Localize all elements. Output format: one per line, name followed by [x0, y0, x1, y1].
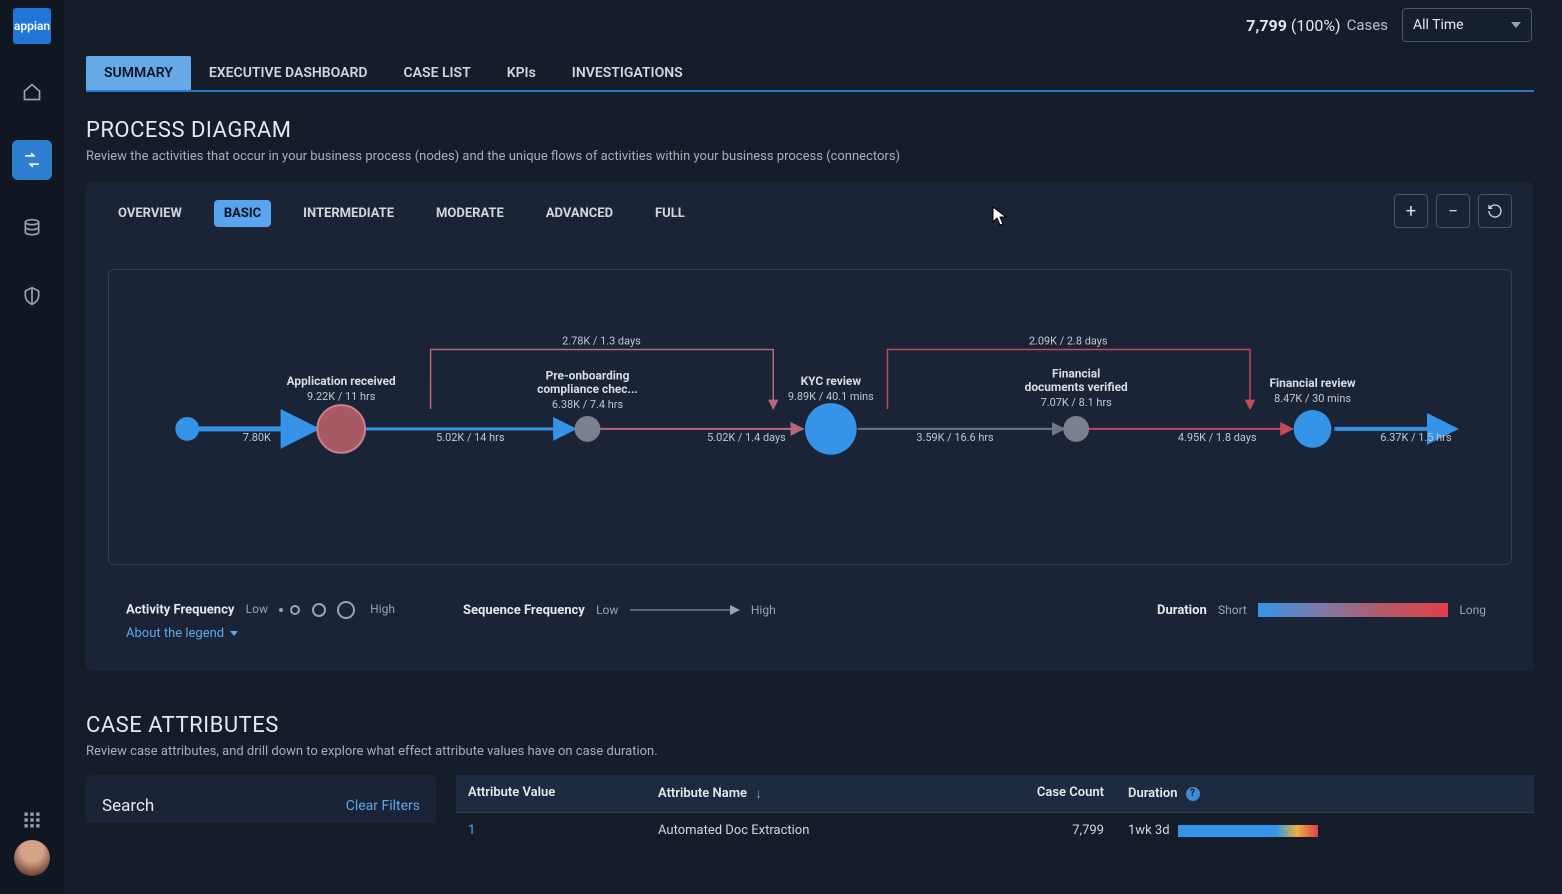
avatar[interactable]: [14, 840, 50, 876]
case-attributes-section: CASE ATTRIBUTES Review case attributes, …: [86, 713, 1534, 848]
page-desc: Review the activities that occur in your…: [86, 149, 1534, 164]
dtab-intermediate[interactable]: INTERMEDIATE: [293, 200, 404, 227]
about-legend-link[interactable]: About the legend: [126, 626, 238, 641]
svg-text:compliance chec...: compliance chec...: [537, 382, 638, 396]
main-tabs: SUMMARY EXECUTIVE DASHBOARD CASE LIST KP…: [86, 56, 1534, 92]
svg-text:9.89K / 40.1 mins: 9.89K / 40.1 mins: [788, 390, 874, 403]
case-count-label: Cases: [1347, 16, 1388, 34]
svg-text:5.02K / 14 hrs: 5.02K / 14 hrs: [436, 431, 505, 444]
case-count: 7,799 (100%): [1246, 16, 1340, 35]
col-case-count[interactable]: Case Count: [946, 775, 1116, 812]
col-attr-name[interactable]: Attribute Name ↓: [646, 775, 946, 812]
ca-table: Attribute Value Attribute Name ↓ Case Co…: [456, 775, 1534, 848]
shield-icon[interactable]: [12, 276, 52, 316]
time-range-select[interactable]: All Time: [1402, 8, 1532, 42]
dtab-advanced[interactable]: ADVANCED: [536, 200, 623, 227]
svg-text:Application received: Application received: [287, 374, 396, 388]
tab-summary[interactable]: SUMMARY: [86, 56, 191, 90]
tab-investigations[interactable]: INVESTIGATIONS: [554, 56, 701, 90]
dtab-moderate[interactable]: MODERATE: [426, 200, 514, 227]
apps-icon[interactable]: [12, 800, 52, 840]
svg-text:KYC review: KYC review: [801, 374, 862, 388]
attr-value-link[interactable]: 1: [468, 823, 475, 838]
tab-kpis[interactable]: KPIs: [489, 56, 554, 90]
legend-activity-freq: Activity Frequency Low High About the le…: [126, 601, 403, 619]
legend: Activity Frequency Low High About the le…: [108, 583, 1512, 649]
process-diagram[interactable]: 7.80K 5.02K / 14 hrs 5.02K / 1.4 days 3.…: [108, 269, 1512, 565]
zoom-controls: + −: [1394, 194, 1512, 228]
tab-exec-dashboard[interactable]: EXECUTIVE DASHBOARD: [191, 56, 386, 90]
logo[interactable]: appian: [13, 8, 51, 44]
svg-text:6.38K / 7.4 hrs: 6.38K / 7.4 hrs: [552, 398, 624, 411]
content: PROCESS DIAGRAM Review the activities th…: [86, 118, 1534, 894]
sidebar: appian: [0, 0, 64, 894]
chevron-down-icon: [1511, 22, 1521, 28]
svg-text:2.78K / 1.3 days: 2.78K / 1.3 days: [562, 334, 641, 347]
svg-text:6.37K / 1.5 hrs: 6.37K / 1.5 hrs: [1380, 431, 1452, 444]
svg-text:Pre-onboarding: Pre-onboarding: [546, 368, 630, 382]
col-duration[interactable]: Duration ?: [1116, 775, 1406, 812]
process-icon[interactable]: [12, 140, 52, 180]
svg-text:7.80K: 7.80K: [243, 431, 271, 444]
svg-text:documents verified: documents verified: [1025, 380, 1128, 394]
dtab-overview[interactable]: OVERVIEW: [108, 200, 192, 227]
svg-text:Financial review: Financial review: [1269, 376, 1355, 390]
svg-text:5.02K / 1.4 days: 5.02K / 1.4 days: [707, 431, 786, 444]
detail-tabs: OVERVIEW BASIC INTERMEDIATE MODERATE ADV…: [108, 200, 1512, 227]
info-icon[interactable]: ?: [1186, 787, 1200, 801]
svg-text:4.95K / 1.8 days: 4.95K / 1.8 days: [1178, 431, 1257, 444]
tab-case-list[interactable]: CASE LIST: [386, 56, 489, 90]
dtab-full[interactable]: FULL: [645, 200, 695, 227]
svg-text:7.07K / 8.1 hrs: 7.07K / 8.1 hrs: [1041, 396, 1113, 409]
database-icon[interactable]: [12, 208, 52, 248]
svg-text:Financial: Financial: [1052, 366, 1100, 380]
svg-text:8.47K / 30 mins: 8.47K / 30 mins: [1274, 392, 1351, 405]
legend-duration: Duration Short Long: [1157, 603, 1494, 618]
ca-title: CASE ATTRIBUTES: [86, 713, 1534, 738]
clear-filters-link[interactable]: Clear Filters: [346, 798, 420, 814]
legend-sequence-freq: Sequence Frequency Low High: [463, 603, 784, 618]
sort-arrow-icon: ↓: [755, 785, 762, 802]
ca-desc: Review case attributes, and drill down t…: [86, 744, 1534, 759]
ca-search-panel: Search Clear Filters: [86, 775, 436, 823]
search-label: Search: [102, 796, 154, 816]
process-panel: OVERVIEW BASIC INTERMEDIATE MODERATE ADV…: [86, 182, 1534, 671]
svg-text:3.59K / 16.6 hrs: 3.59K / 16.6 hrs: [916, 431, 994, 444]
zoom-out-button[interactable]: −: [1436, 194, 1470, 228]
page-title: PROCESS DIAGRAM: [86, 118, 1534, 143]
home-icon[interactable]: [12, 72, 52, 112]
dtab-basic[interactable]: BASIC: [214, 200, 271, 227]
zoom-reset-button[interactable]: [1478, 194, 1512, 228]
chevron-down-icon: [230, 631, 238, 636]
table-row[interactable]: 1 Automated Doc Extraction 7,799 1wk 3d: [456, 813, 1534, 848]
duration-bar: [1178, 825, 1318, 837]
col-attr-value[interactable]: Attribute Value: [456, 775, 646, 812]
table-header: Attribute Value Attribute Name ↓ Case Co…: [456, 775, 1534, 813]
topbar: 7,799 (100%) Cases All Time: [64, 0, 1562, 50]
svg-text:2.09K / 2.8 days: 2.09K / 2.8 days: [1029, 334, 1108, 347]
zoom-in-button[interactable]: +: [1394, 194, 1428, 228]
svg-text:9.22K / 11 hrs: 9.22K / 11 hrs: [307, 390, 376, 403]
